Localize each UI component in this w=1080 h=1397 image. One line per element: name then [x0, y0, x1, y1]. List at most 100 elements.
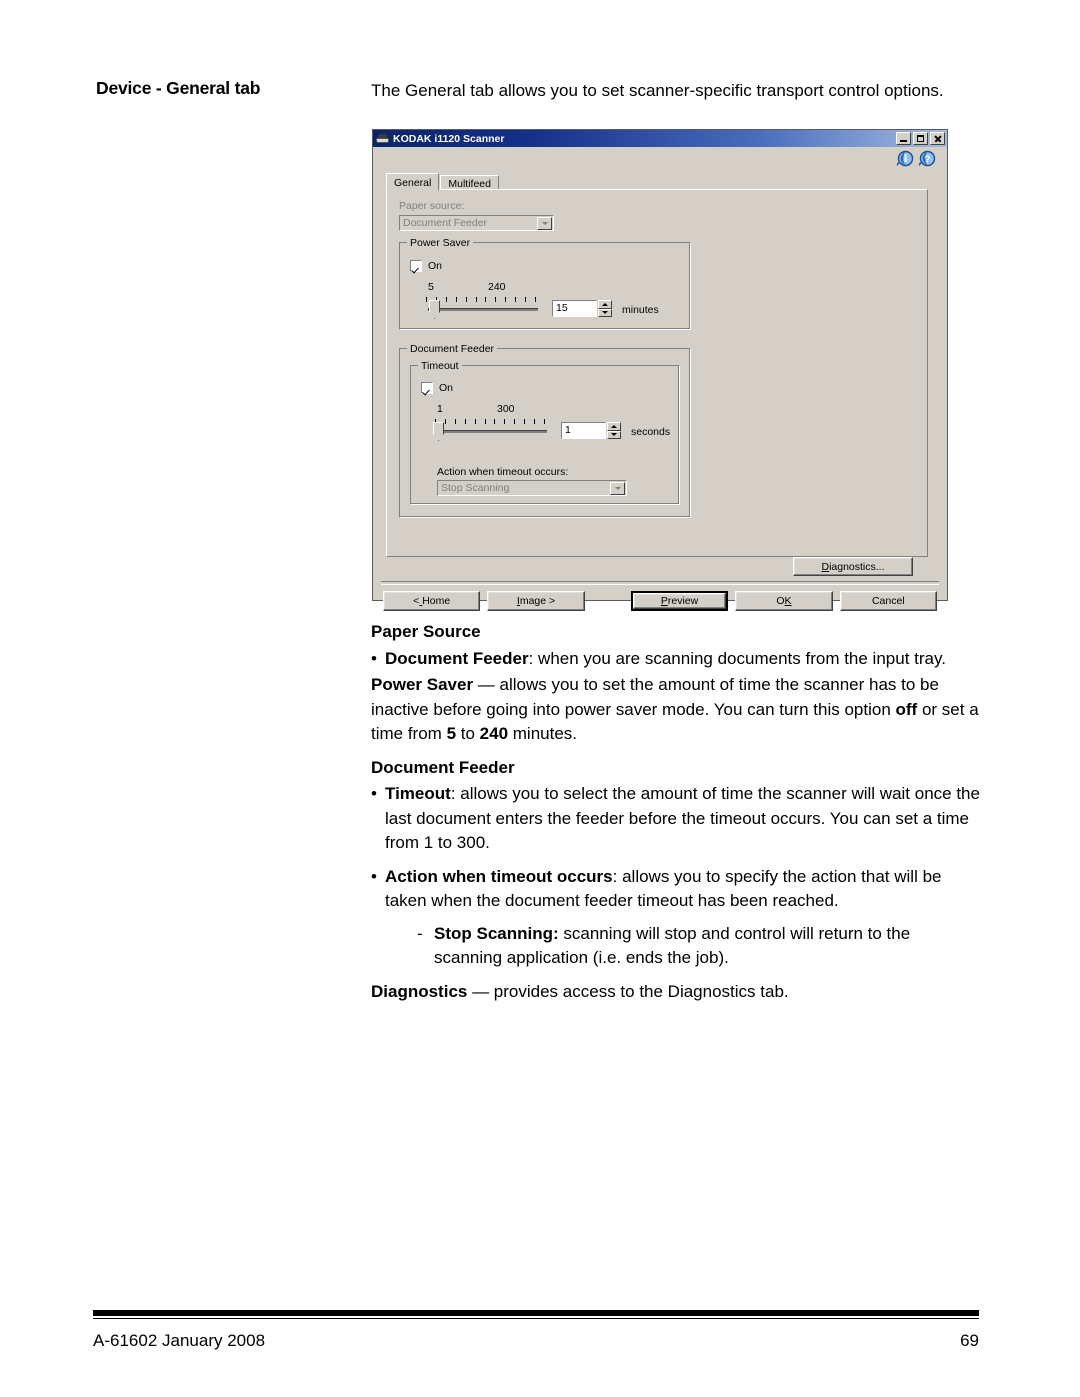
document-feeder-term: Document Feeder	[385, 648, 529, 668]
paper-source-bullet: • Document Feeder: when you are scanning…	[371, 647, 981, 672]
timeout-value-stepper[interactable]: 1	[561, 422, 621, 439]
power-saver-slider-max: 240	[488, 281, 506, 293]
maximize-button[interactable]	[913, 132, 928, 145]
dialog-button-bar: < Home Image > Preview OK Cancel	[383, 591, 937, 611]
slider-track[interactable]	[428, 308, 538, 311]
timeout-value[interactable]: 1	[561, 422, 606, 439]
dialog-titlebar: KODAK i1120 Scanner	[373, 130, 947, 147]
slider-thumb[interactable]	[433, 422, 444, 441]
diagnostics-desc: — provides access to the Diagnostics tab…	[467, 981, 789, 1001]
ok-button-label: OK	[776, 595, 792, 607]
chevron-down-icon[interactable]	[610, 481, 625, 495]
power-saver-on-label: On	[428, 260, 443, 272]
stepper-up-icon[interactable]	[607, 422, 621, 431]
footer-page-number: 69	[960, 1331, 979, 1350]
manual-page: Device - General tab The General tab all…	[0, 0, 1080, 1397]
slider-track[interactable]	[437, 430, 547, 433]
page-section-heading: Device - General tab	[96, 78, 261, 98]
ok-button[interactable]: OK	[735, 591, 833, 611]
power-saver-unit-label: minutes	[622, 304, 659, 316]
scanner-settings-dialog: KODAK i1120 Scanner ? General Multifeed …	[372, 129, 948, 611]
paper-source-heading: Paper Source	[371, 622, 481, 641]
svg-text:?: ?	[924, 155, 930, 166]
timeout-term: Timeout	[385, 784, 451, 803]
bullet-icon: •	[371, 866, 377, 886]
diagnostics-button-label: Diagnostics...	[821, 560, 885, 573]
power-saver-value[interactable]: 15	[552, 300, 597, 317]
chevron-down-icon[interactable]	[537, 216, 552, 230]
timeout-on-checkbox[interactable]: On	[421, 382, 453, 394]
diagnostics-term: Diagnostics	[371, 981, 468, 1001]
timeout-group: Timeout On 1 300 1 seconds Action when t…	[410, 360, 680, 505]
body-content: Paper Source • Document Feeder: when you…	[371, 620, 981, 1006]
document-feeder-group-label: Document Feeder	[407, 343, 498, 355]
document-feeder-desc: : when you are scanning documents from t…	[528, 648, 946, 668]
timeout-bullet: • Timeout: allows you to select the amou…	[371, 782, 981, 856]
slider-ticks	[435, 419, 545, 424]
power-saver-paragraph: Power Saver — allows you to set the amou…	[371, 673, 981, 747]
bullet-icon: •	[371, 648, 377, 668]
dash-icon: -	[417, 923, 423, 943]
dialog-tabstrip: General Multifeed	[386, 173, 500, 191]
stepper-down-icon[interactable]	[598, 308, 612, 317]
tab-multifeed[interactable]: Multifeed	[440, 175, 499, 190]
stepper-up-icon[interactable]	[598, 300, 612, 309]
footer-rule-thick	[93, 1310, 979, 1316]
checkbox-icon[interactable]	[421, 382, 433, 394]
stepper-down-icon[interactable]	[607, 430, 621, 439]
action-when-timeout-dropdown[interactable]: Stop Scanning	[437, 480, 627, 496]
action-when-timeout-value: Stop Scanning	[441, 482, 510, 494]
timeout-slider-max: 300	[497, 403, 515, 415]
image-button[interactable]: Image >	[487, 591, 585, 611]
diagnostics-paragraph: Diagnostics — provides access to the Dia…	[371, 980, 981, 1005]
intro-paragraph: The General tab allows you to set scanne…	[371, 81, 944, 100]
dialog-body: ? General Multifeed Paper source: Docume…	[373, 147, 947, 611]
footer-document-id: A-61602 January 2008	[93, 1331, 266, 1350]
preview-button-label: Preview	[660, 595, 699, 607]
diagnostics-button[interactable]: Diagnostics...	[793, 557, 913, 576]
general-tab-panel: Paper source: Document Feeder Power Save…	[386, 189, 928, 557]
power-saver-group-label: Power Saver	[407, 237, 474, 249]
timeout-slider[interactable]: 1 300	[433, 403, 555, 443]
footer-rule-thin	[93, 1318, 979, 1319]
power-saver-on-checkbox[interactable]: On	[410, 260, 442, 272]
window-controls	[896, 132, 945, 145]
minimize-button[interactable]	[896, 132, 911, 145]
paper-source-label: Paper source:	[399, 200, 465, 212]
power-saver-max-value: 240	[479, 724, 509, 743]
tab-general[interactable]: General	[386, 173, 440, 191]
bullet-icon: •	[371, 784, 377, 803]
paper-source-value: Document Feeder	[403, 217, 488, 229]
scanner-icon	[376, 133, 389, 144]
power-saver-value-stepper[interactable]: 15	[552, 300, 612, 317]
help-icon[interactable]: ?	[918, 150, 937, 169]
action-term: Action when timeout occurs	[385, 866, 613, 886]
paper-source-dropdown[interactable]: Document Feeder	[399, 215, 554, 231]
slider-ticks	[426, 297, 536, 302]
cancel-button[interactable]: Cancel	[839, 591, 937, 611]
stop-scanning-subbullet: - Stop Scanning: scanning will stop and …	[417, 922, 981, 971]
action-bullet: • Action when timeout occurs: allows you…	[371, 865, 981, 914]
cancel-button-label: Cancel	[871, 595, 905, 607]
info-icon[interactable]	[896, 150, 915, 169]
close-icon[interactable]	[930, 132, 945, 145]
checkbox-icon[interactable]	[410, 260, 422, 272]
dialog-title: KODAK i1120 Scanner	[393, 132, 505, 145]
document-feeder-heading: Document Feeder	[371, 757, 515, 777]
timeout-group-label: Timeout	[418, 360, 462, 372]
power-saver-slider[interactable]: 5 240	[426, 281, 546, 321]
slider-thumb[interactable]	[429, 300, 440, 319]
power-saver-term: Power Saver	[371, 675, 474, 694]
power-saver-group: Power Saver On 5 240 15 minutes	[399, 237, 691, 330]
home-button-label: < Home	[413, 595, 451, 607]
action-when-timeout-label: Action when timeout occurs:	[437, 466, 569, 478]
timeout-slider-min: 1	[437, 403, 443, 415]
power-saver-desc-4: minutes.	[508, 724, 578, 743]
help-icon-group: ?	[896, 150, 937, 169]
preview-button[interactable]: Preview	[630, 591, 729, 611]
stop-scanning-term: Stop Scanning:	[434, 923, 559, 943]
image-button-label: Image >	[516, 595, 556, 607]
home-button[interactable]: < Home	[383, 591, 481, 611]
timeout-desc: : allows you to select the amount of tim…	[385, 784, 980, 852]
power-saver-min-value: 5	[446, 724, 457, 743]
